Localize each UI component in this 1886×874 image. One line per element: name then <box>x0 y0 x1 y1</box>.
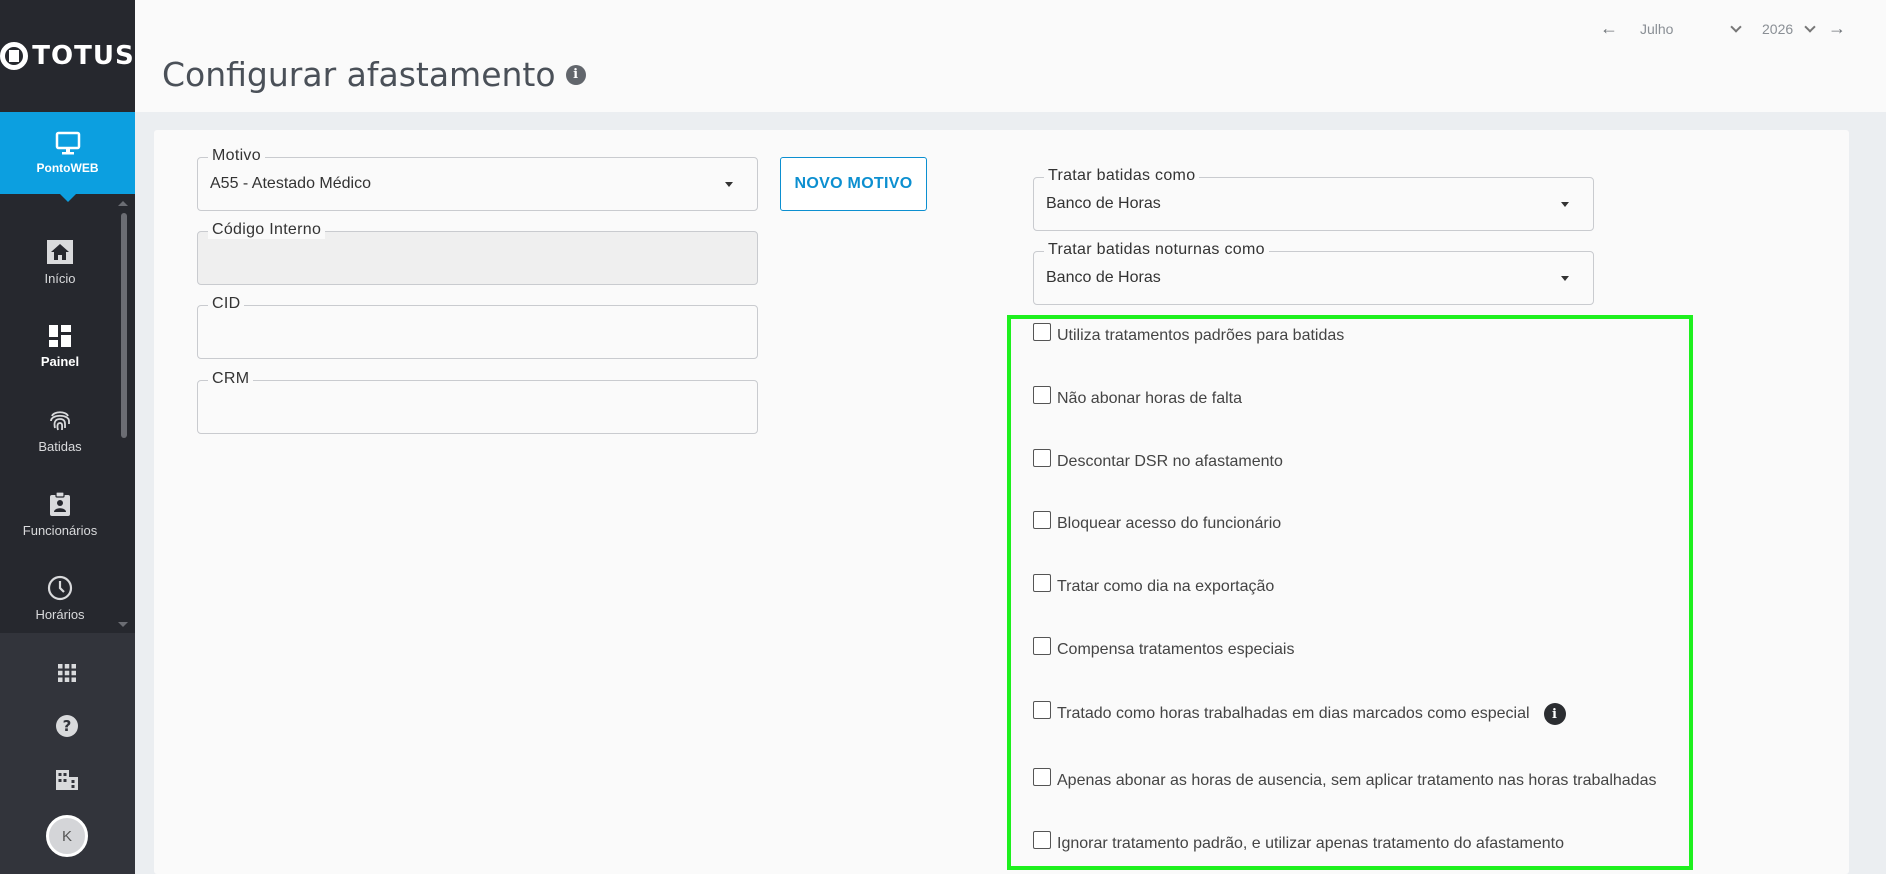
sidebar-item-inicio[interactable]: Início <box>0 227 120 297</box>
sidebar-item-label: Início <box>44 270 76 286</box>
page-title: Configurar afastamento i <box>162 55 586 94</box>
field-label: Tratar batidas como <box>1044 167 1200 185</box>
sidebar-item-label: Batidas <box>38 438 82 454</box>
field-label: Código Interno <box>208 221 326 239</box>
option-label: Não abonar horas de falta <box>1057 390 1243 407</box>
option-row[interactable]: Descontar DSR no afastamento <box>1033 449 1283 471</box>
totvs-logo-mark-icon <box>0 42 29 70</box>
tratar-noturnas-select[interactable]: Tratar batidas noturnas como Banco de Ho… <box>1033 241 1594 305</box>
sidebar-item-label: PontoWEB <box>36 161 99 175</box>
sidebar-item-label: Funcionários <box>22 522 98 538</box>
caret-down-icon <box>1561 276 1569 281</box>
sidebar-item-batidas[interactable]: Batidas <box>0 395 120 465</box>
field-value: A55 - Atestado Médico <box>210 175 371 192</box>
option-label: Compensa tratamentos especiais <box>1057 641 1295 658</box>
crm-field[interactable]: CRM <box>197 370 758 434</box>
badge-icon <box>50 490 70 516</box>
option-checkbox[interactable] <box>1033 831 1051 849</box>
option-row[interactable]: Ignorar tratamento padrão, e utilizar ap… <box>1033 831 1564 853</box>
option-checkbox[interactable] <box>1033 386 1051 404</box>
option-label: Apenas abonar as horas de ausencia, sem … <box>1057 772 1657 789</box>
field-value: Banco de Horas <box>1046 195 1161 212</box>
totvs-logo[interactable]: TOTUS <box>0 0 135 112</box>
option-label: Bloquear acesso do funcionário <box>1057 515 1282 532</box>
field-label: Tratar batidas noturnas como <box>1044 241 1269 259</box>
year-select[interactable]: 2026 <box>1754 20 1816 37</box>
option-row[interactable]: Compensa tratamentos especiais <box>1033 637 1295 659</box>
dashboard-icon <box>49 324 71 347</box>
caret-down-icon <box>1561 202 1569 207</box>
option-label: Descontar DSR no afastamento <box>1057 453 1283 470</box>
option-row[interactable]: Bloquear acesso do funcionário <box>1033 511 1282 533</box>
option-row[interactable]: Apenas abonar as horas de ausencia, sem … <box>1033 768 1657 790</box>
codigo-interno-field[interactable]: Código Interno <box>197 221 758 285</box>
previous-month-arrow-icon[interactable]: ← <box>1600 18 1618 39</box>
chevron-down-icon <box>1730 20 1742 33</box>
page-title-text: Configurar afastamento <box>162 55 556 94</box>
option-label: Tratado como horas trabalhadas em dias m… <box>1057 705 1530 722</box>
option-checkbox[interactable] <box>1033 449 1051 467</box>
field-label: Motivo <box>208 147 265 165</box>
sidebar: TOTUS PontoWEB Início Painel Batidas Fun… <box>0 0 135 874</box>
field-label: CRM <box>208 370 254 388</box>
sidebar-scrollbar[interactable] <box>121 213 127 438</box>
option-label: Utiliza tratamentos padrões para batidas <box>1057 327 1345 344</box>
option-row[interactable]: Não abonar horas de falta <box>1033 386 1243 408</box>
logo-text: TOTUS <box>32 41 135 71</box>
sidebar-item-painel[interactable]: Painel <box>0 311 120 381</box>
help-icon[interactable]: ? <box>54 713 80 739</box>
apps-grid-icon[interactable] <box>54 660 80 686</box>
page-header: Configurar afastamento i ← Julho 2026 → <box>135 0 1886 112</box>
building-icon[interactable] <box>54 767 80 793</box>
clock-icon <box>47 575 73 600</box>
sidebar-item-horarios[interactable]: Horários <box>0 563 120 633</box>
option-checkbox[interactable] <box>1033 323 1051 341</box>
field-value: Banco de Horas <box>1046 269 1161 286</box>
scroll-up-arrow[interactable] <box>118 201 128 206</box>
cid-field[interactable]: CID <box>197 295 758 359</box>
svg-text:?: ? <box>63 717 72 735</box>
avatar[interactable]: K <box>46 815 88 857</box>
scroll-down-arrow[interactable] <box>118 622 128 627</box>
motivo-select[interactable]: Motivo A55 - Atestado Médico <box>197 147 758 211</box>
option-row[interactable]: Tratar como dia na exportação <box>1033 574 1275 596</box>
option-label: Tratar como dia na exportação <box>1057 578 1275 595</box>
option-row[interactable]: Tratado como horas trabalhadas em dias m… <box>1033 701 1566 725</box>
sidebar-item-label: Painel <box>40 353 80 369</box>
option-checkbox[interactable] <box>1033 574 1051 592</box>
option-checkbox[interactable] <box>1033 701 1051 719</box>
monitor-icon <box>55 131 80 155</box>
info-icon[interactable]: i <box>1543 703 1566 725</box>
option-checkbox[interactable] <box>1033 637 1051 655</box>
home-icon <box>47 239 73 264</box>
sidebar-item-pontoweb[interactable]: PontoWEB <box>0 112 135 202</box>
option-checkbox[interactable] <box>1033 768 1051 786</box>
novo-motivo-button[interactable]: NOVO MOTIVO <box>780 157 927 211</box>
month-value: Julho <box>1640 20 1674 37</box>
option-label: Ignorar tratamento padrão, e utilizar ap… <box>1057 835 1564 852</box>
chevron-down-icon <box>1804 20 1816 33</box>
info-icon[interactable]: i <box>565 64 586 85</box>
month-select[interactable]: Julho <box>1632 20 1742 37</box>
fingerprint-icon <box>50 410 70 430</box>
option-row[interactable]: Utiliza tratamentos padrões para batidas <box>1033 323 1345 345</box>
sidebar-item-label: Horários <box>35 606 85 622</box>
sidebar-item-funcionarios[interactable]: Funcionários <box>0 479 120 549</box>
field-label: CID <box>208 295 245 313</box>
tratar-batidas-select[interactable]: Tratar batidas como Banco de Horas <box>1033 167 1594 231</box>
year-value: 2026 <box>1762 20 1794 37</box>
next-month-arrow-icon[interactable]: → <box>1828 18 1846 39</box>
option-checkbox[interactable] <box>1033 511 1051 529</box>
caret-down-icon <box>725 182 733 187</box>
date-navigator: ← Julho 2026 → <box>1600 18 1846 39</box>
